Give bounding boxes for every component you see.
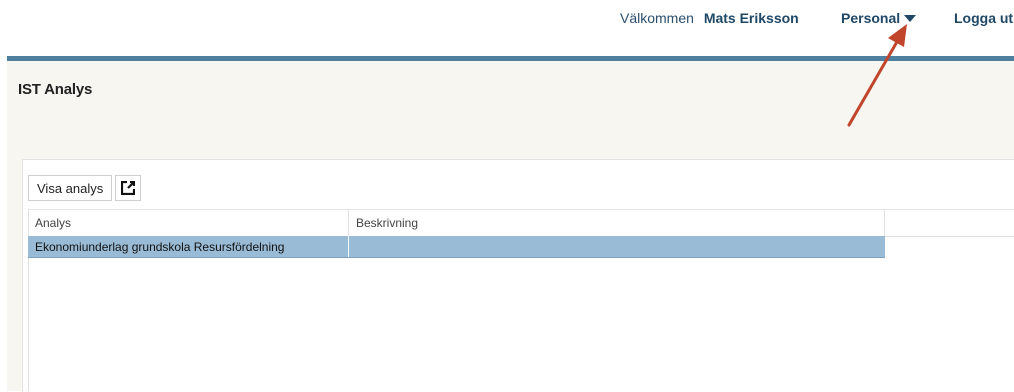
- cell-beskrivning: [349, 236, 885, 257]
- top-bar: Välkommen Mats Eriksson Personal Logga u…: [0, 0, 1014, 56]
- table-row[interactable]: Ekonomiunderlag grundskola Resursfördeln…: [28, 236, 885, 258]
- column-header-beskrivning[interactable]: Beskrivning: [349, 210, 885, 236]
- show-analysis-button[interactable]: Visa analys: [28, 175, 113, 201]
- column-header-analys[interactable]: Analys: [28, 210, 349, 236]
- welcome-label: Välkommen: [620, 10, 694, 26]
- welcome-message: Välkommen Mats Eriksson: [620, 10, 799, 26]
- export-button[interactable]: [115, 175, 141, 201]
- cell-analys: Ekonomiunderlag grundskola Resursfördeln…: [28, 236, 349, 257]
- personal-menu[interactable]: Personal: [841, 10, 917, 26]
- analysis-panel: [22, 159, 1014, 392]
- caret-down-icon: [904, 14, 917, 22]
- page-title: IST Analys: [18, 81, 93, 98]
- logout-link[interactable]: Logga ut: [954, 10, 1013, 26]
- user-name[interactable]: Mats Eriksson: [704, 10, 799, 26]
- personal-menu-label: Personal: [841, 10, 901, 26]
- external-link-icon: [121, 181, 135, 195]
- grid-header: Analys Beskrivning: [28, 209, 1014, 237]
